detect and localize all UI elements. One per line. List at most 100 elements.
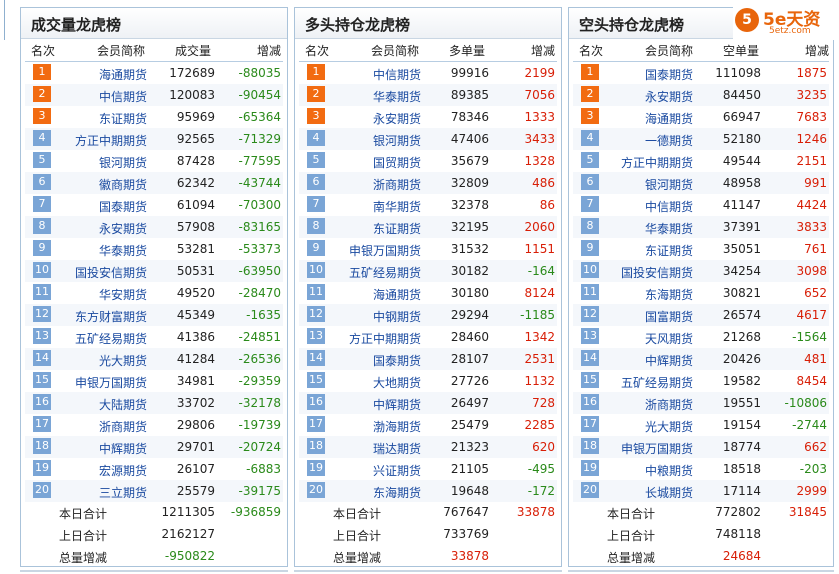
member-name-link[interactable]: 宏源期货 <box>99 462 147 479</box>
rank-badge: 4 <box>33 130 51 146</box>
member-name-link[interactable]: 浙商期货 <box>373 176 421 193</box>
member-name-link[interactable]: 永安期货 <box>373 110 421 127</box>
member-name-link[interactable]: 光大期货 <box>645 418 693 435</box>
site-logo[interactable]: 5 5e天资 5etz.com <box>733 4 835 40</box>
member-name-link[interactable]: 申银万国期货 <box>349 242 421 259</box>
member-name-link[interactable]: 华泰期货 <box>99 242 147 259</box>
rank-badge: 11 <box>581 284 599 300</box>
value-cell: 49520 <box>176 286 215 300</box>
member-name-link[interactable]: 光大期货 <box>99 352 147 369</box>
rank-badge: 12 <box>307 306 325 322</box>
member-name-link[interactable]: 中信期货 <box>645 198 693 215</box>
value-cell: 48958 <box>722 176 761 190</box>
change-cell: 7683 <box>796 110 827 124</box>
member-name-link[interactable]: 申银万国期货 <box>621 440 693 457</box>
table-row: 8 华泰期货 37391 3833 <box>573 216 829 238</box>
total-value: 733769 <box>443 527 489 541</box>
value-cell: 32195 <box>450 220 489 234</box>
member-name-link[interactable]: 天风期货 <box>645 330 693 347</box>
member-name-link[interactable]: 东海期货 <box>645 286 693 303</box>
value-cell: 41284 <box>176 352 215 366</box>
member-name-link[interactable]: 华安期货 <box>99 286 147 303</box>
rank-badge: 14 <box>307 350 325 366</box>
member-name-link[interactable]: 五矿经易期货 <box>75 330 147 347</box>
member-name-link[interactable]: 海通期货 <box>645 110 693 127</box>
rank-badge: 18 <box>581 438 599 454</box>
total-row: 本日合计 772802 31845 <box>573 501 829 523</box>
rank-badge: 17 <box>307 416 325 432</box>
change-cell: 3433 <box>524 132 555 146</box>
member-name-link[interactable]: 东证期货 <box>99 110 147 127</box>
value-cell: 120083 <box>169 88 215 102</box>
table-row: 8 永安期货 57908 -83165 <box>25 216 283 238</box>
member-name-link[interactable]: 中辉期货 <box>645 352 693 369</box>
member-name-link[interactable]: 瑞达期货 <box>373 440 421 457</box>
member-name-link[interactable]: 海通期货 <box>99 66 147 83</box>
member-name-link[interactable]: 申银万国期货 <box>75 374 147 391</box>
divider <box>294 570 562 572</box>
member-name-link[interactable]: 东方财富期货 <box>75 308 147 325</box>
column-header-member: 会员简称 <box>371 44 420 58</box>
change-cell: -1185 <box>520 308 555 322</box>
member-name-link[interactable]: 五矿经易期货 <box>621 374 693 391</box>
member-name-link[interactable]: 国泰期货 <box>373 352 421 369</box>
change-cell: -19739 <box>238 418 281 432</box>
member-name-link[interactable]: 兴证期货 <box>373 462 421 479</box>
member-name-link[interactable]: 渤海期货 <box>373 418 421 435</box>
logo-domain: 5etz.com <box>769 26 811 36</box>
member-name-link[interactable]: 三立期货 <box>99 484 147 501</box>
member-name-link[interactable]: 永安期货 <box>645 88 693 105</box>
rank-badge: 6 <box>33 174 51 190</box>
member-name-link[interactable]: 徽商期货 <box>99 176 147 193</box>
member-name-link[interactable]: 大地期货 <box>373 374 421 391</box>
change-cell: 2285 <box>524 418 555 432</box>
member-name-link[interactable]: 中信期货 <box>373 66 421 83</box>
member-name-link[interactable]: 永安期货 <box>99 220 147 237</box>
value-cell: 30180 <box>450 286 489 300</box>
member-name-link[interactable]: 银河期货 <box>645 176 693 193</box>
member-name-link[interactable]: 银河期货 <box>373 132 421 149</box>
member-name-link[interactable]: 东证期货 <box>373 220 421 237</box>
column-header-row: 名次 会员简称 空单量 增减 <box>569 40 833 60</box>
member-name-link[interactable]: 华泰期货 <box>373 88 421 105</box>
member-name-link[interactable]: 大陆期货 <box>99 396 147 413</box>
member-name-link[interactable]: 方正中期期货 <box>621 154 693 171</box>
member-name-link[interactable]: 浙商期货 <box>99 418 147 435</box>
change-cell: 3235 <box>796 88 827 102</box>
member-name-link[interactable]: 五矿经易期货 <box>349 264 421 281</box>
table-row: 10 国投安信期货 50531 -63950 <box>25 260 283 282</box>
member-name-link[interactable]: 一德期货 <box>645 132 693 149</box>
change-cell: -28470 <box>238 286 281 300</box>
member-name-link[interactable]: 国泰期货 <box>99 198 147 215</box>
member-name-link[interactable]: 华泰期货 <box>645 220 693 237</box>
member-name-link[interactable]: 中粮期货 <box>645 462 693 479</box>
rank-badge: 4 <box>581 130 599 146</box>
member-name-link[interactable]: 国贸期货 <box>373 154 421 171</box>
table-row: 17 光大期货 19154 -2744 <box>573 414 829 436</box>
member-name-link[interactable]: 浙商期货 <box>645 396 693 413</box>
member-name-link[interactable]: 海通期货 <box>373 286 421 303</box>
member-name-link[interactable]: 长城期货 <box>645 484 693 501</box>
member-name-link[interactable]: 方正中期期货 <box>349 330 421 347</box>
member-name-link[interactable]: 国投安信期货 <box>621 264 693 281</box>
member-name-link[interactable]: 国富期货 <box>645 308 693 325</box>
value-cell: 172689 <box>169 66 215 80</box>
member-name-link[interactable]: 国投安信期货 <box>75 264 147 281</box>
rank-badge: 14 <box>581 350 599 366</box>
member-name-link[interactable]: 中辉期货 <box>99 440 147 457</box>
total-label: 总量增减 <box>333 551 382 565</box>
member-name-link[interactable]: 南华期货 <box>373 198 421 215</box>
member-name-link[interactable]: 银河期货 <box>99 154 147 171</box>
member-name-link[interactable]: 方正中期期货 <box>75 132 147 149</box>
member-name-link[interactable]: 中信期货 <box>99 88 147 105</box>
total-change: -936859 <box>230 505 281 519</box>
member-name-link[interactable]: 东证期货 <box>645 242 693 259</box>
member-name-link[interactable]: 国泰期货 <box>645 66 693 83</box>
member-name-link[interactable]: 中辉期货 <box>373 396 421 413</box>
value-cell: 47406 <box>450 132 489 146</box>
value-cell: 49544 <box>722 154 761 168</box>
member-name-link[interactable]: 中钢期货 <box>373 308 421 325</box>
table-row: 6 银河期货 48958 991 <box>573 172 829 194</box>
rank-badge: 6 <box>307 174 325 190</box>
member-name-link[interactable]: 东海期货 <box>373 484 421 501</box>
